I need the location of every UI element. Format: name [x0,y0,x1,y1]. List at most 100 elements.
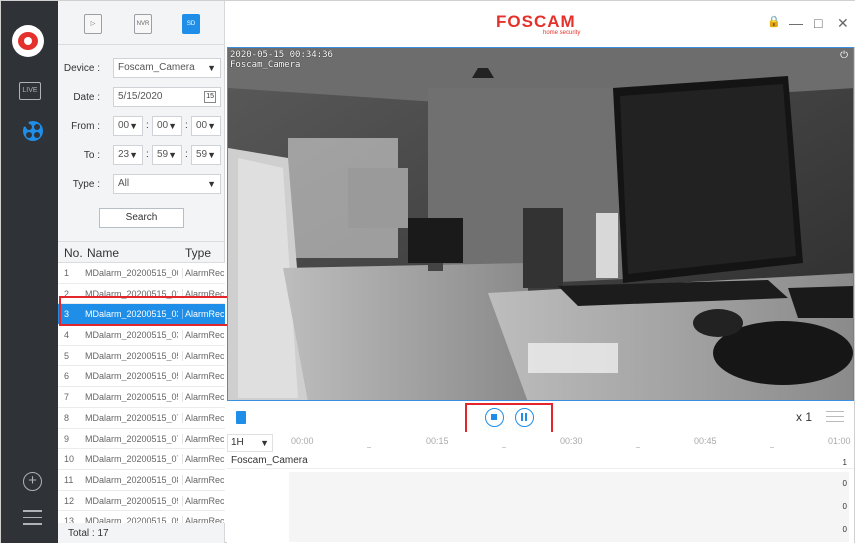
record-no: 13 [64,516,75,523]
timeline-tick: 00:00 [291,436,314,446]
nvr-record-tab[interactable]: NVR [134,14,152,34]
record-type: AlarmRec [182,495,224,506]
chevron-down-icon: ▼ [207,63,216,73]
record-row[interactable]: 7 MDalarm_20200515_05 AlarmRec [58,387,225,408]
record-type: AlarmRec [182,350,224,361]
record-row[interactable]: 11 MDalarm_20200515_08 AlarmRec [58,470,225,491]
sd-card-icon [236,411,246,424]
type-label: Type : [72,179,100,190]
playback-speed[interactable]: x 1 [796,410,812,424]
from-second-select[interactable]: 00 ▼ [191,116,221,136]
timeline-tick: 01:00 [828,436,851,446]
record-row[interactable]: 4 MDalarm_20200515_03 AlarmRec [58,325,225,346]
record-type: AlarmRec [182,392,224,403]
record-total: Total : 17 [68,528,109,539]
options-menu-icon[interactable] [826,411,844,426]
record-name: MDalarm_20200515_08 [85,474,178,485]
minimize-button[interactable]: — [789,15,803,31]
col-name-header: Name [87,246,120,260]
record-type: AlarmRec [182,412,224,423]
timeline-minor-tick [636,447,640,448]
video-player[interactable]: 2020-05-15 00:34:36 Foscam_Camera ⏻ [227,47,854,401]
record-type: AlarmRec [182,371,224,382]
timeline-grid [289,472,849,542]
left-nav-rail: LIVE + [1,1,58,543]
record-type: AlarmRec [182,433,224,444]
record-name: MDalarm_20200515_07 [85,454,178,465]
add-device-icon[interactable]: + [23,472,42,491]
record-name: MDalarm_20200515_09 [85,516,178,523]
type-select[interactable]: All ▼ [113,174,221,194]
power-icon[interactable]: ⏻ [840,50,848,61]
search-button[interactable]: Search [99,208,184,228]
foscam-logo-icon [12,25,44,57]
device-select[interactable]: Foscam_Camera ▼ [113,58,221,78]
record-no: 1 [64,268,70,278]
record-name: MDalarm_20200515_09 [85,495,178,506]
record-row[interactable]: 12 MDalarm_20200515_09 AlarmRec [58,491,225,512]
record-row[interactable]: 8 MDalarm_20200515_07 AlarmRec [58,408,225,429]
from-minute-select[interactable]: 00 ▼ [152,116,182,136]
osd-camera-name: Foscam_Camera [230,60,301,70]
calendar-icon[interactable]: 15 [204,91,216,103]
date-input-value: 5/15/2020 [118,91,163,102]
timeline-track-value: 0 [842,479,847,488]
to-hour-select[interactable]: 23 ▼ [113,145,143,165]
type-row: Type : All ▼ [58,174,225,196]
record-type: AlarmRec [182,516,224,523]
timeline-track-value: 1 [842,458,847,467]
time-separator: : [146,120,149,131]
record-row[interactable]: 13 MDalarm_20200515_09 AlarmRec [58,511,225,523]
to-row: To : 23 ▼ : 59 ▼ : 59 ▼ [58,145,225,167]
record-name: MDalarm_20200515_05 [85,371,178,382]
type-select-value: All [118,178,130,189]
record-no: 7 [64,392,70,403]
chevron-down-icon: ▼ [207,179,216,189]
timeline-tick: 00:45 [694,436,717,446]
time-separator: : [146,149,149,160]
device-row: Device : Foscam_Camera ▼ [58,58,225,80]
col-no-header: No. [64,246,83,260]
to-second-select[interactable]: 59 ▼ [191,145,221,165]
record-type: AlarmRec [182,474,224,485]
record-no: 10 [64,454,75,465]
chevron-down-icon: ▼ [207,121,216,131]
timeline-range-select[interactable]: 1H ▼ [227,434,273,452]
timeline[interactable]: 1H ▼ 00:00 00:15 00:30 00:45 01:00 Foscam… [227,432,854,543]
from-hour-select[interactable]: 00 ▼ [113,116,143,136]
local-record-tab[interactable]: ▷ [84,14,102,34]
col-type-header: Type [185,246,212,260]
record-no: 9 [64,433,70,444]
playback-nav-icon[interactable] [23,121,43,141]
chevron-down-icon: ▼ [129,150,138,160]
record-name: MDalarm_20200515_03 [85,330,178,341]
source-tabs: ▷ NVR SD [58,1,225,45]
live-view-icon[interactable]: LIVE [19,82,41,100]
record-row[interactable]: 1 MDalarm_20200515_00 AlarmRec [58,263,225,284]
maximize-button[interactable]: □ [814,15,822,31]
menu-icon[interactable] [23,510,42,530]
chevron-down-icon: ▼ [168,121,177,131]
device-label: Device : [63,63,100,74]
date-row: Date : 5/15/2020 15 [58,87,225,109]
record-row[interactable]: 9 MDalarm_20200515_07 AlarmRec [58,429,225,450]
date-input[interactable]: 5/15/2020 15 [113,87,221,107]
to-minute-select[interactable]: 59 ▼ [152,145,182,165]
sd-card-tab[interactable]: SD [182,14,200,34]
record-no: 6 [64,371,70,382]
record-row[interactable]: 5 MDalarm_20200515_05 AlarmRec [58,346,225,367]
video-osd: 2020-05-15 00:34:36 Foscam_Camera [230,50,333,70]
timeline-minor-tick [367,447,371,448]
record-row[interactable]: 10 MDalarm_20200515_07 AlarmRec [58,449,225,470]
record-no: 12 [64,495,75,506]
lock-icon[interactable]: 🔒 [767,15,781,28]
record-no: 5 [64,350,70,361]
record-name: MDalarm_20200515_05 [85,350,178,361]
selected-row-highlight [59,296,232,326]
brand-logo: FOSCAM [496,12,576,31]
record-row[interactable]: 6 MDalarm_20200515_05 AlarmRec [58,366,225,388]
timeline-tick: 00:15 [426,436,449,446]
close-button[interactable]: ✕ [837,15,849,32]
osd-timestamp: 2020-05-15 00:34:36 [230,50,333,60]
date-label: Date : [73,92,100,103]
